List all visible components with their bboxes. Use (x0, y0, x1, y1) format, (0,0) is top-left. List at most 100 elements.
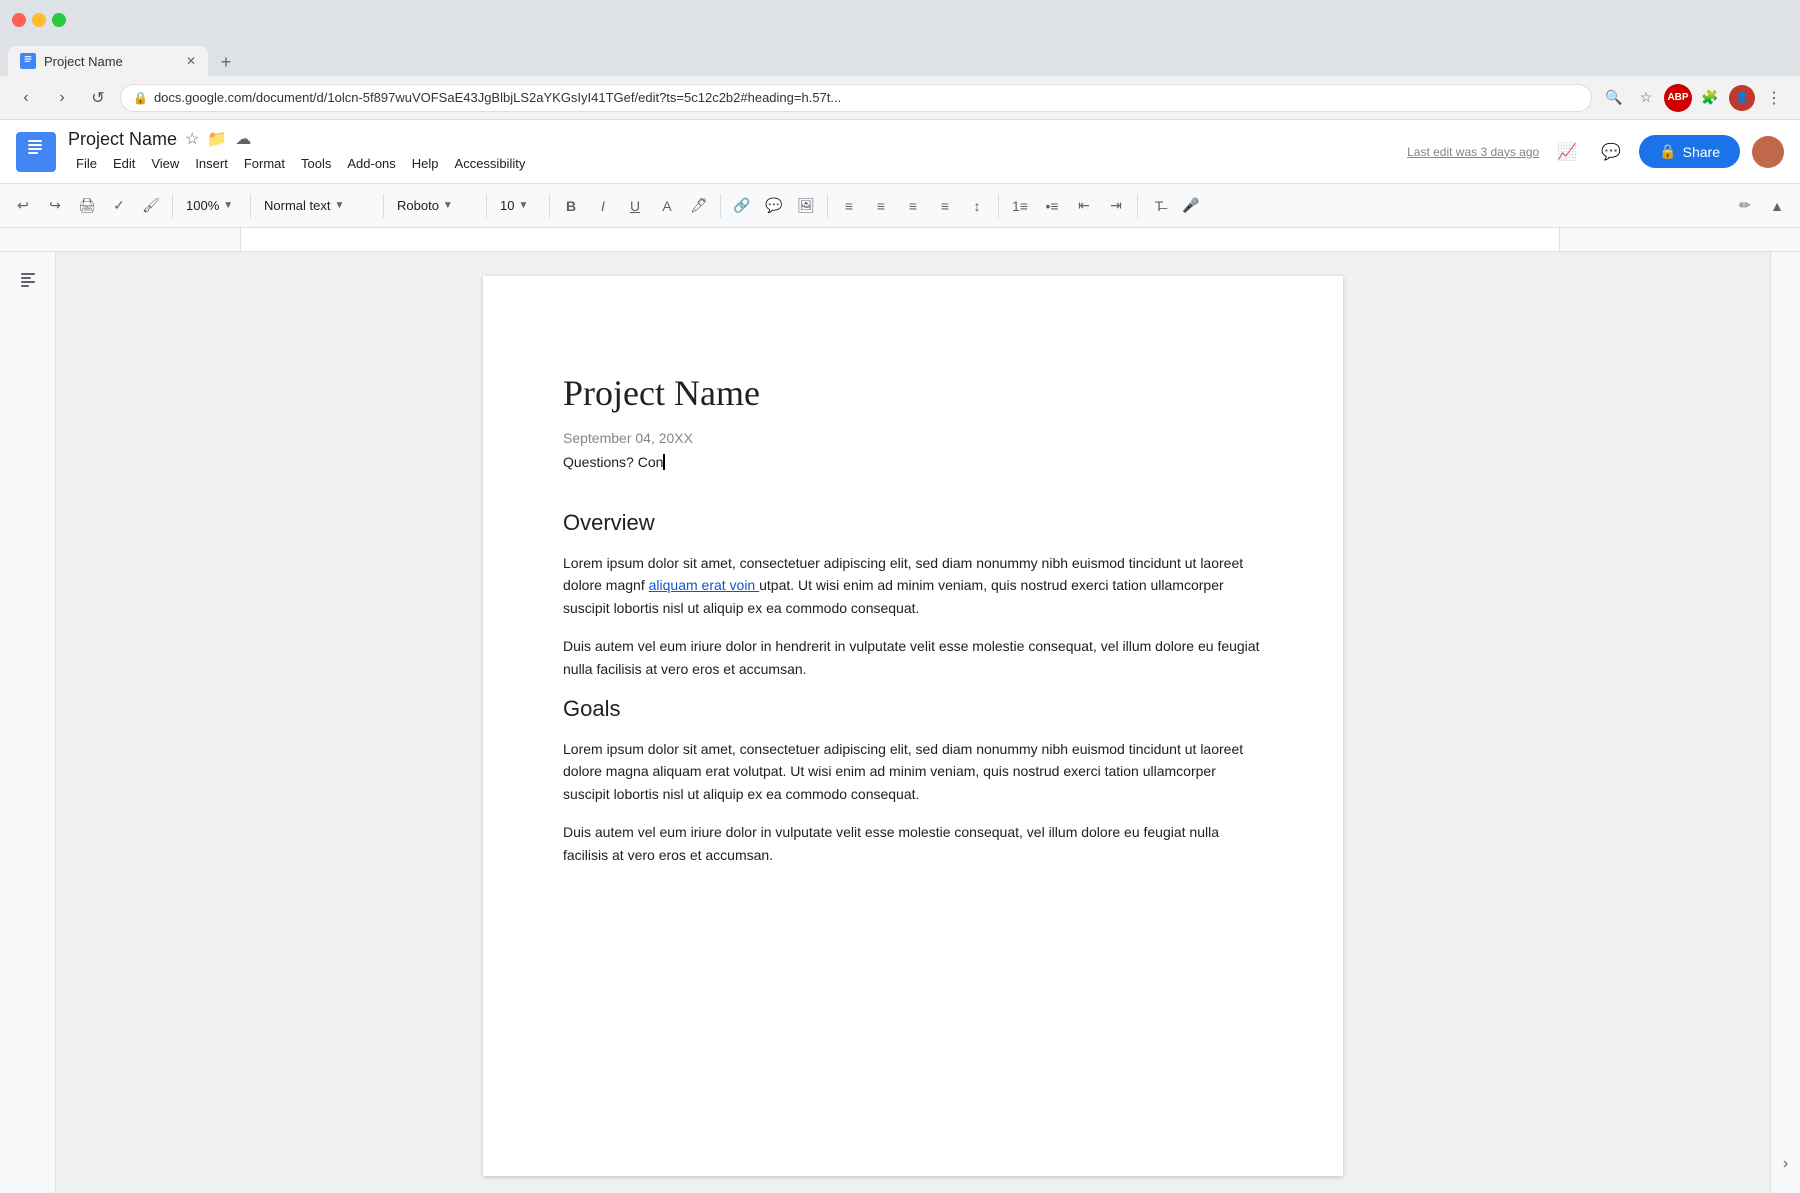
paint-format-button[interactable]: 🖌 (136, 191, 166, 221)
outline-icon[interactable] (12, 264, 44, 296)
docs-toolbar: ↩ ↪ 🖨 ✓ 🖌 100% ▼ Normal text ▼ Roboto ▼ (0, 184, 1800, 228)
zoom-selector[interactable]: 100% ▼ (179, 191, 244, 221)
clear-formatting-button[interactable]: T̶ (1144, 191, 1174, 221)
new-tab-button[interactable]: + (212, 48, 240, 76)
insert-comment-button[interactable]: 💬 (759, 191, 789, 221)
redo-button[interactable]: ↪ (40, 191, 70, 221)
close-button[interactable] (12, 13, 26, 27)
maximize-button[interactable] (52, 13, 66, 27)
tab-docs-icon (20, 53, 36, 69)
sidebar-right-toggle[interactable]: › (1770, 252, 1800, 1193)
reload-button[interactable]: ↺ (84, 84, 112, 112)
align-right-button[interactable]: ≡ (898, 191, 928, 221)
last-edit-text[interactable]: Last edit was 3 days ago (1407, 145, 1539, 159)
browser-frame: Project Name ✕ + ‹ › ↺ 🔒 docs.google.com… (0, 0, 1800, 1193)
highlight-button[interactable]: 🖊 (684, 191, 714, 221)
star-icon[interactable]: ☆ (185, 129, 199, 149)
trending-icon[interactable]: 📈 (1551, 136, 1583, 168)
document-subtitle: Questions? Con (563, 454, 1263, 470)
goals-paragraph-2: Duis autem vel eum iriure dolor in vulpu… (563, 821, 1263, 866)
toolbar-divider-8 (998, 194, 999, 218)
docs-sidebar-left (0, 252, 56, 1193)
bookmark-button[interactable]: ☆ (1632, 84, 1660, 112)
share-button[interactable]: 🔒 Share (1639, 135, 1740, 168)
folder-icon[interactable]: 📁 (207, 129, 227, 149)
overview-heading: Overview (563, 510, 1263, 536)
collapse-toolbar-button[interactable]: ▲ (1762, 191, 1792, 221)
toolbar-divider-7 (827, 194, 828, 218)
tab-close-button[interactable]: ✕ (186, 54, 196, 68)
text-color-button[interactable]: A (652, 191, 682, 221)
search-button[interactable]: 🔍 (1600, 84, 1628, 112)
lock-icon: 🔒 (133, 91, 148, 105)
align-center-button[interactable]: ≡ (866, 191, 896, 221)
active-tab[interactable]: Project Name ✕ (8, 46, 208, 76)
comment-icon[interactable]: 💬 (1595, 136, 1627, 168)
menu-insert[interactable]: Insert (187, 152, 236, 175)
undo-button[interactable]: ↩ (8, 191, 38, 221)
overview-paragraph-2: Duis autem vel eum iriure dolor in hendr… (563, 635, 1263, 680)
menu-edit[interactable]: Edit (105, 152, 143, 175)
outline-svg (19, 271, 37, 289)
toolbar-divider-1 (172, 194, 173, 218)
insert-link-button[interactable]: 🔗 (727, 191, 757, 221)
docs-svg-icon (23, 56, 33, 66)
user-avatar[interactable] (1752, 136, 1784, 168)
docs-content-area[interactable]: Project Name September 04, 20XX Question… (56, 252, 1770, 1193)
questions-text: Questions? Con (563, 454, 663, 470)
bold-button[interactable]: B (556, 191, 586, 221)
docs-document-title[interactable]: Project Name (68, 129, 177, 150)
overview-link[interactable]: aliquam erat voin (649, 577, 760, 593)
menu-tools[interactable]: Tools (293, 152, 339, 175)
italic-button[interactable]: I (588, 191, 618, 221)
forward-button[interactable]: › (48, 84, 76, 112)
back-button[interactable]: ‹ (12, 84, 40, 112)
goals-paragraph-1: Lorem ipsum dolor sit amet, consectetuer… (563, 738, 1263, 805)
menu-file[interactable]: File (68, 152, 105, 175)
underline-button[interactable]: U (620, 191, 650, 221)
document-date: September 04, 20XX (563, 430, 1263, 446)
share-label: Share (1683, 144, 1720, 160)
menu-addons[interactable]: Add-ons (339, 152, 403, 175)
align-justify-button[interactable]: ≡ (930, 191, 960, 221)
docs-header: Project Name ☆ 📁 ☁ File Edit View Insert… (0, 120, 1800, 184)
print-button[interactable]: 🖨 (72, 191, 102, 221)
profile-button[interactable]: 👤 (1728, 84, 1756, 112)
browser-menu-button[interactable]: ⋮ (1760, 84, 1788, 112)
docs-title-area: Project Name ☆ 📁 ☁ File Edit View Insert… (68, 129, 533, 175)
tab-title: Project Name (44, 54, 178, 69)
spell-check-button[interactable]: ✓ (104, 191, 134, 221)
ordered-list-button[interactable]: 1≡ (1005, 191, 1035, 221)
menu-help[interactable]: Help (404, 152, 447, 175)
docs-logo-icon (16, 132, 56, 172)
align-left-button[interactable]: ≡ (834, 191, 864, 221)
text-cursor (663, 454, 665, 470)
toolbar-divider-5 (549, 194, 550, 218)
profile-avatar: 👤 (1729, 85, 1755, 111)
minimize-button[interactable] (32, 13, 46, 27)
size-selector[interactable]: 10 ▼ (493, 191, 543, 221)
nav-actions: 🔍 ☆ ABP 🧩 👤 ⋮ (1600, 84, 1788, 112)
voice-input-button[interactable]: 🎤 (1176, 191, 1206, 221)
menu-accessibility[interactable]: Accessibility (447, 152, 534, 175)
adblock-icon[interactable]: ABP (1664, 84, 1692, 112)
cloud-icon[interactable]: ☁ (235, 129, 251, 149)
editing-mode-button[interactable]: ✏ (1730, 191, 1760, 221)
unordered-list-button[interactable]: •≡ (1037, 191, 1067, 221)
menu-format[interactable]: Format (236, 152, 293, 175)
zoom-value: 100% (186, 198, 219, 213)
insert-image-button[interactable]: 🖼 (791, 191, 821, 221)
menu-view[interactable]: View (143, 152, 187, 175)
increase-indent-button[interactable]: ⇥ (1101, 191, 1131, 221)
size-chevron: ▼ (518, 200, 528, 211)
overview-paragraph-1: Lorem ipsum dolor sit amet, consectetuer… (563, 552, 1263, 619)
address-bar[interactable]: 🔒 docs.google.com/document/d/1olcn-5f897… (120, 84, 1592, 112)
decrease-indent-button[interactable]: ⇤ (1069, 191, 1099, 221)
share-lock-icon: 🔒 (1659, 143, 1676, 160)
doc-page: Project Name September 04, 20XX Question… (483, 276, 1343, 1176)
extension-button[interactable]: 🧩 (1696, 84, 1724, 112)
font-selector[interactable]: Roboto ▼ (390, 191, 480, 221)
line-spacing-button[interactable]: ↕ (962, 191, 992, 221)
toolbar-divider-2 (250, 194, 251, 218)
style-selector[interactable]: Normal text ▼ (257, 191, 377, 221)
